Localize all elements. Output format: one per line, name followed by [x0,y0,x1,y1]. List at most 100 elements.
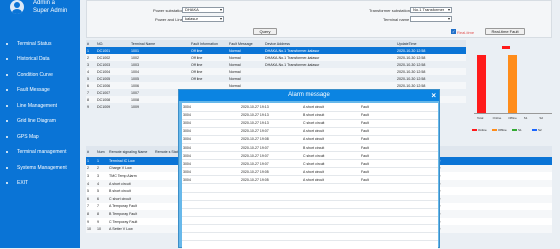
alarm-cell: 2020-10-27 19:07 [240,151,302,161]
alarm-cell: A short circuit [302,167,360,177]
sidebar-item-terminal-status[interactable]: Terminal Status [0,36,80,52]
sidebar-item-gps-map[interactable]: GPS Map [0,129,80,145]
alarm-row[interactable] [182,224,438,234]
close-icon[interactable]: × [431,90,436,101]
table-cell: 7 [87,90,89,95]
alarm-cell [240,183,302,193]
sidebar-item-terminal-management[interactable]: Terminal management [0,145,80,161]
alarm-cell [240,192,302,201]
alarm-row[interactable] [182,192,438,201]
table-cell: B short circuit [109,189,131,194]
legend-item[interactable]: S1 [512,128,522,132]
alarm-cell: 2020-10-27 19:13 [240,111,302,120]
alarm-row[interactable]: 3004 2020-10-27 19:13 A short circuit Fault [182,103,438,112]
table-cell: 10 [86,225,96,233]
column-header[interactable]: Fault Information [190,40,228,47]
column-header[interactable]: UpdateTime [396,40,466,47]
alarm-cell: 3004 [182,151,240,161]
legend-item[interactable]: S2 [532,128,542,132]
terminal-name-select[interactable]: ▾ [410,16,452,22]
bullet-icon [6,120,8,123]
alarm-row[interactable]: 3004 2020-10-27 19:05 A short circuit Fault [182,175,438,185]
sidebar-item-systems-management[interactable]: Systems Management [0,160,80,176]
sidebar-item-line-management[interactable]: Line Management [0,98,80,114]
alarm-cell [302,192,360,201]
legend-label: Offline [498,128,507,132]
column-header[interactable]: Device Address [264,40,396,47]
alarm-row[interactable] [182,183,438,193]
column-header[interactable]: # [86,40,96,47]
alarm-row[interactable]: 3004 2020-10-27 19:05 A short circuit Fault [182,167,438,177]
alarm-row[interactable]: 3004 2020-10-27 19:08 A short circuit Fault [182,135,438,144]
table-row[interactable]: 3 DC1003 1003 Off line Normal DHAKA-No.1 Tran… [86,61,466,68]
alarm-cell: C short circuit [302,159,360,169]
table-cell: 1002 [130,54,190,61]
legend-item[interactable]: Offline [492,128,507,132]
table-cell: DHAKA-No.1 Transformer-kalasur [265,62,320,67]
alarm-row[interactable]: 3004 2020-10-27 19:07 C short circuit Fault [182,159,438,169]
table-cell: 7 [87,204,89,209]
table-cell: 1003 [131,62,139,67]
table-cell [264,82,396,89]
sidebar-item-grid-line-diagram[interactable]: Grid line Diagram [0,114,80,130]
bullet-icon [6,73,8,76]
query-button[interactable]: Query [253,28,277,35]
table-row[interactable]: 1 DC1001 1001 Off line Normal DHAKA-No.1 Tran… [86,47,466,54]
alarm-cell [182,192,240,201]
column-header[interactable]: # [86,146,96,157]
table-cell: 1005 [131,76,139,81]
alarm-cell [302,216,360,225]
power-line-select[interactable]: kalasur ▾ [182,16,224,22]
column-header[interactable]: Fault Message [228,40,264,47]
power-substation-select[interactable]: DHAKA ▾ [182,7,224,13]
alarm-row[interactable] [182,208,438,217]
table-cell: DC1007 [97,90,111,95]
column-header[interactable]: Remote signaling Name [108,146,154,157]
legend-item[interactable]: Online [472,128,487,132]
alarm-row[interactable] [182,200,438,209]
sidebar-item-label: EXIT [17,180,29,187]
alarm-cell: 2020-10-27 19:07 [240,159,302,169]
realtime-check-label: Real-time [457,30,475,35]
alarm-row[interactable]: 3004 2020-10-27 19:13 B short circuit Fault [182,111,438,120]
table-cell: 7 [97,204,99,209]
realtime-fault-button[interactable]: Real-time Fault [485,28,525,35]
bar-offline[interactable] [508,55,518,113]
table-row[interactable]: 6 DC1006 1006 Normal 2020-10-30 12:58 [86,82,466,89]
bar-total[interactable] [477,55,486,113]
user-name: Admin a [33,0,56,6]
table-cell: 1001 [130,47,190,54]
alarm-cell [360,224,438,234]
table-cell: A Setter V Low [108,225,154,233]
column-header[interactable]: Num [96,146,108,157]
sidebar-item-condition-curve[interactable]: Condition Curve [0,67,80,83]
sidebar-item-exit[interactable]: EXIT [0,176,80,192]
table-cell [264,68,396,75]
table-cell: Normal [228,82,264,89]
sidebar-item-historical-data[interactable]: Historical Data [0,52,80,68]
table-cell: DC1006 [96,82,130,89]
sidebar-item-label: Systems Management [17,164,67,171]
bullet-icon [6,182,8,185]
column-header[interactable]: NO. [96,40,130,47]
x-tick-label: Total [477,116,484,120]
alarm-row[interactable]: 3004 2020-10-27 19:07 B short circuit Fault [182,143,438,153]
table-row[interactable]: 2 DC1002 1002 Off line Normal DHAKA-No.1 Tran… [86,54,466,61]
alarm-row[interactable] [182,232,438,242]
alarm-row[interactable] [182,216,438,225]
column-header[interactable]: Terminal Name [130,40,190,47]
realtime-checkbox[interactable]: ✓ [451,29,456,34]
sidebar-item-fault-message[interactable]: Fault Message [0,83,80,99]
alarm-cell [360,192,438,201]
table-row[interactable]: 4 DC1004 1004 Off line Normal 2020-10-30 12:5… [86,68,466,75]
table-row[interactable]: 5 DC1005 1005 Off line Normal 2020-10-30 12:5… [86,75,466,82]
alarm-row[interactable]: 3004 2020-10-27 19:07 A short circuit Fault [182,127,438,136]
alarm-cell [302,183,360,193]
alarm-cell: Fault [360,103,438,112]
table-cell: 9 [87,104,89,109]
alarm-row[interactable]: 3004 2020-10-27 19:13 C short circuit Fault [182,119,438,128]
alarm-row[interactable]: 3004 2020-10-27 19:07 C short circuit Fault [182,151,438,161]
alarm-cell: A short circuit [302,175,360,185]
transformer-select[interactable]: No.1 Transformer ▾ [410,7,452,13]
sidebar-item-label: Terminal Status [17,40,52,47]
